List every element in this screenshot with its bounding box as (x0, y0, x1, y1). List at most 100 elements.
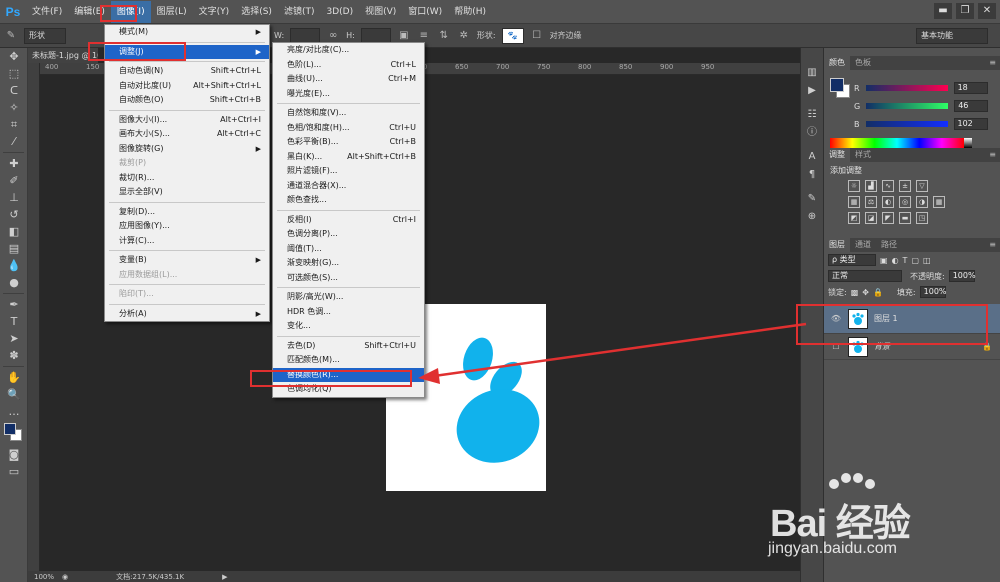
panel-menu-icon[interactable]: ≡ (989, 238, 1000, 252)
image-menu-item[interactable]: 复制(D)... (105, 205, 269, 220)
dodge-tool-icon[interactable]: ● (0, 274, 28, 291)
gear-icon[interactable]: ✲ (457, 29, 471, 43)
restore-button[interactable]: ❐ (956, 3, 974, 19)
blur-tool-icon[interactable]: 💧 (0, 257, 28, 274)
close-button[interactable]: ✕ (978, 3, 996, 19)
hue-sat-icon[interactable]: ▦ (848, 196, 860, 208)
image-menu-item[interactable]: 计算(C)... (105, 234, 269, 249)
lock-pixels-icon[interactable]: ▩ (851, 288, 859, 297)
properties-icon[interactable]: ☷ (801, 106, 823, 124)
tab-swatches[interactable]: 色板 (850, 56, 876, 70)
fill-field[interactable]: 100% (919, 286, 947, 298)
adjust-menu-item[interactable]: 黑白(K)... Alt+Shift+Ctrl+B (273, 150, 424, 165)
filter-shape-icon[interactable]: ▢ (911, 256, 919, 265)
levels-icon[interactable]: ▟ (865, 180, 877, 192)
adjust-menu-item[interactable]: 阈值(T)... (273, 242, 424, 257)
paragraph-icon[interactable]: ¶ (801, 166, 823, 184)
link-icon[interactable]: ∞ (326, 29, 340, 43)
clone-source-icon[interactable]: ⊕ (801, 208, 823, 226)
image-menu-item[interactable]: 画布大小(S)... Alt+Ctrl+C (105, 127, 269, 142)
image-menu-item[interactable]: 模式(M) ▶ (105, 25, 269, 40)
adjust-menu-item[interactable]: 阴影/高光(W)... (273, 290, 424, 305)
path-selection-tool-icon[interactable]: ➤ (0, 330, 28, 347)
blend-mode-select[interactable]: 正常 (828, 270, 902, 282)
gradient-tool-icon[interactable]: ▤ (0, 240, 28, 257)
menu-10[interactable]: 帮助(H) (448, 1, 492, 23)
character-icon[interactable]: A (801, 148, 823, 166)
menu-6[interactable]: 滤镜(T) (278, 1, 321, 23)
brush-tool-icon[interactable]: ✐ (0, 172, 28, 189)
shape-picker[interactable]: 🐾 (501, 27, 524, 44)
filter-smart-icon[interactable]: ◫ (923, 256, 931, 265)
menu-4[interactable]: 文字(Y) (193, 1, 236, 23)
adjust-menu-item[interactable]: 亮度/对比度(C)... (273, 43, 424, 58)
photo-filter-icon[interactable]: ◎ (899, 196, 911, 208)
adjust-menu-item[interactable]: 渐变映射(G)... (273, 256, 424, 271)
filter-adjust-icon[interactable]: ◐ (892, 256, 899, 265)
more-tools-icon[interactable]: … (0, 403, 28, 420)
image-menu-item[interactable]: 自动颜色(O) Shift+Ctrl+B (105, 93, 269, 108)
menu-7[interactable]: 3D(D) (320, 1, 359, 23)
clone-stamp-tool-icon[interactable]: ⊥ (0, 189, 28, 206)
gradient-map-icon[interactable]: ▬ (899, 212, 911, 224)
quick-mask-icon[interactable]: ◙ (0, 446, 28, 463)
panel-menu-icon[interactable]: ≡ (989, 148, 1000, 162)
image-menu-item[interactable]: 图像旋转(G) ▶ (105, 142, 269, 157)
menu-5[interactable]: 选择(S) (235, 1, 278, 23)
screen-mode-icon[interactable]: ▭ (0, 463, 28, 480)
filter-pixel-icon[interactable]: ▣ (880, 256, 888, 265)
history-icon[interactable]: ▥ (801, 64, 823, 82)
hand-tool-icon[interactable]: ✋ (0, 369, 28, 386)
path-ops-icon[interactable]: ▣ (397, 29, 411, 43)
adjust-menu-item[interactable]: 可选颜色(S)... (273, 271, 424, 286)
path-arrange-icon[interactable]: ⇅ (437, 29, 451, 43)
tool-preset-icon[interactable]: ✎ (4, 29, 18, 43)
custom-shape-tool-icon[interactable]: ✽ (0, 347, 28, 364)
brush-presets-icon[interactable]: ✎ (801, 190, 823, 208)
status-arrow-icon[interactable]: ▶ (222, 573, 227, 581)
threshold-icon[interactable]: ◤ (882, 212, 894, 224)
minimize-button[interactable]: ▬ (934, 3, 952, 19)
menu-0[interactable]: 文件(F) (26, 1, 68, 23)
curves-icon[interactable]: ∿ (882, 180, 894, 192)
color-fg-swatch[interactable] (830, 78, 844, 92)
vibrance-icon[interactable]: ▽ (916, 180, 928, 192)
tab-channels[interactable]: 通道 (850, 238, 876, 252)
black-white-icon[interactable]: ◐ (882, 196, 894, 208)
image-menu-item[interactable]: 分析(A) ▶ (105, 307, 269, 322)
image-menu-item[interactable]: 图像大小(I)... Alt+Ctrl+I (105, 113, 269, 128)
tab-layers[interactable]: 图层 (824, 238, 850, 252)
adjust-menu-item[interactable]: 曝光度(E)... (273, 87, 424, 102)
slider-track[interactable] (866, 103, 949, 109)
adjust-menu-item[interactable]: 色彩平衡(B)... Ctrl+B (273, 135, 424, 150)
slider-track[interactable] (865, 85, 948, 91)
channel-value-field[interactable]: 102 (953, 118, 988, 130)
pen-tool-icon[interactable]: ✒ (0, 296, 28, 313)
marquee-tool-icon[interactable]: ⬚ (0, 65, 28, 82)
adjust-menu-item[interactable]: 反相(I) Ctrl+I (273, 213, 424, 228)
crop-tool-icon[interactable]: ⌗ (0, 116, 28, 133)
adjust-menu-item[interactable]: 色相/饱和度(H)... Ctrl+U (273, 121, 424, 136)
menu-8[interactable]: 视图(V) (359, 1, 402, 23)
invert-icon[interactable]: ◩ (848, 212, 860, 224)
zoom-tool-icon[interactable]: 🔍 (0, 386, 28, 403)
layer-filter-select[interactable]: ρ 类型 (828, 254, 876, 266)
color-lookup-icon[interactable]: ▦ (933, 196, 945, 208)
adjust-menu-item[interactable]: 色调分离(P)... (273, 227, 424, 242)
lock-all-icon[interactable]: 🔒 (873, 288, 883, 297)
filter-type-icon[interactable]: T (903, 256, 908, 265)
adjust-menu-item[interactable]: 色阶(L)... Ctrl+L (273, 58, 424, 73)
adjust-menu-item[interactable]: 变化... (273, 319, 424, 334)
brightness-icon[interactable]: ☼ (848, 180, 860, 192)
eraser-tool-icon[interactable]: ◧ (0, 223, 28, 240)
adjust-menu-item[interactable]: 去色(D) Shift+Ctrl+U (273, 339, 424, 354)
color-balance-icon[interactable]: ⚖ (865, 196, 877, 208)
adjust-menu-item[interactable]: 匹配颜色(M)... (273, 353, 424, 368)
menu-9[interactable]: 窗口(W) (402, 1, 448, 23)
image-menu-item[interactable]: 自动色调(N) Shift+Ctrl+L (105, 64, 269, 79)
tab-adjustments[interactable]: 调整 (824, 148, 850, 162)
lasso-tool-icon[interactable]: ᑕ (0, 82, 28, 99)
actions-icon[interactable]: ▶ (801, 82, 823, 100)
menu-3[interactable]: 图层(L) (151, 1, 193, 23)
adjust-menu-item[interactable]: 自然饱和度(V)... (273, 106, 424, 121)
